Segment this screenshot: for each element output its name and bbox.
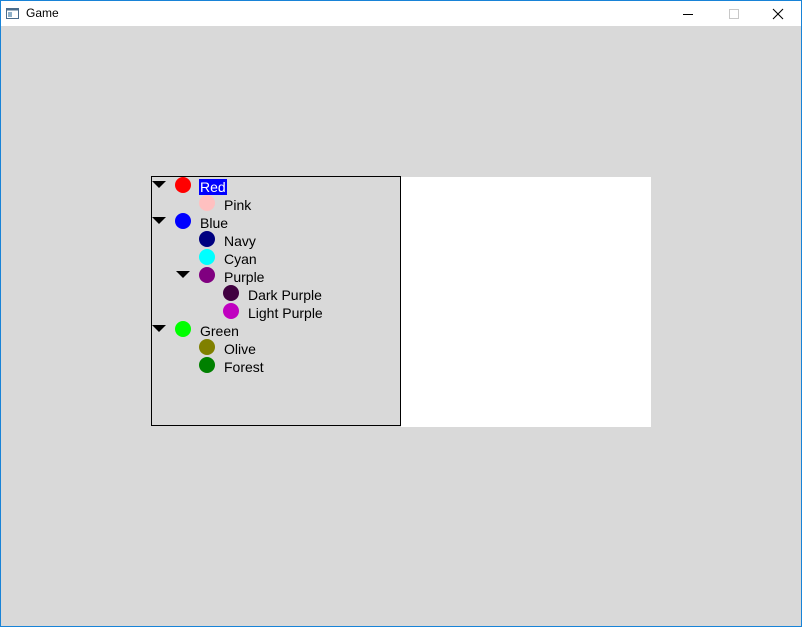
tree-item[interactable]: Pink [152,195,392,213]
color-swatch-icon [223,285,239,301]
tree-item[interactable]: Blue [152,213,392,231]
color-swatch-icon [199,357,215,373]
tree-item-label: Pink [224,197,252,213]
tree-item[interactable]: Light Purple [152,303,392,321]
close-button[interactable] [755,1,801,26]
window-app-icon [6,8,19,19]
tree-item-label: Light Purple [248,305,323,321]
color-tree[interactable]: Red Pink Blue Navy Cyan Purple Dark Purple Ligh… [151,176,401,426]
expand-arrow-icon[interactable] [152,325,166,332]
tree-item-label: Cyan [224,251,257,267]
preview-panel [401,177,651,427]
color-swatch-icon [199,231,215,247]
tree-item-label: Red [199,179,227,195]
window-title: Game [26,6,59,20]
expand-arrow-icon[interactable] [152,181,166,188]
tree-item[interactable]: Olive [152,339,392,357]
tree-item[interactable]: Navy [152,231,392,249]
tree-item-label: Blue [200,215,229,231]
tree-item[interactable]: Cyan [152,249,392,267]
maximize-button[interactable] [711,1,757,26]
tree-item[interactable]: Red [152,177,392,195]
color-swatch-icon [175,321,191,337]
app-window: Game Red Pink Blue Navy Cyan Purple Dark Purpl… [0,0,802,627]
color-swatch-icon [199,249,215,265]
color-swatch-icon [199,195,215,211]
color-swatch-icon [199,339,215,355]
color-swatch-icon [199,267,215,283]
close-icon [772,8,784,20]
tree-item-label: Dark Purple [248,287,322,303]
title-bar[interactable]: Game [1,1,801,26]
expand-arrow-icon[interactable] [176,271,190,278]
tree-item[interactable]: Green [152,321,392,339]
color-swatch-icon [175,177,191,193]
tree-item-label: Forest [224,359,264,375]
tree-item-label: Olive [224,341,256,357]
color-swatch-icon [175,213,191,229]
tree-item[interactable]: Purple [152,267,392,285]
tree-item-label: Purple [224,269,265,285]
minimize-button[interactable] [665,1,711,26]
tree-item[interactable]: Forest [152,357,392,375]
client-area: Red Pink Blue Navy Cyan Purple Dark Purple Ligh… [1,26,801,626]
maximize-icon [729,9,739,19]
tree-item-label: Green [200,323,239,339]
expand-arrow-icon[interactable] [152,217,166,224]
tree-item[interactable]: Dark Purple [152,285,392,303]
tree-item-label: Navy [224,233,256,249]
color-swatch-icon [223,303,239,319]
minimize-icon [683,14,693,15]
